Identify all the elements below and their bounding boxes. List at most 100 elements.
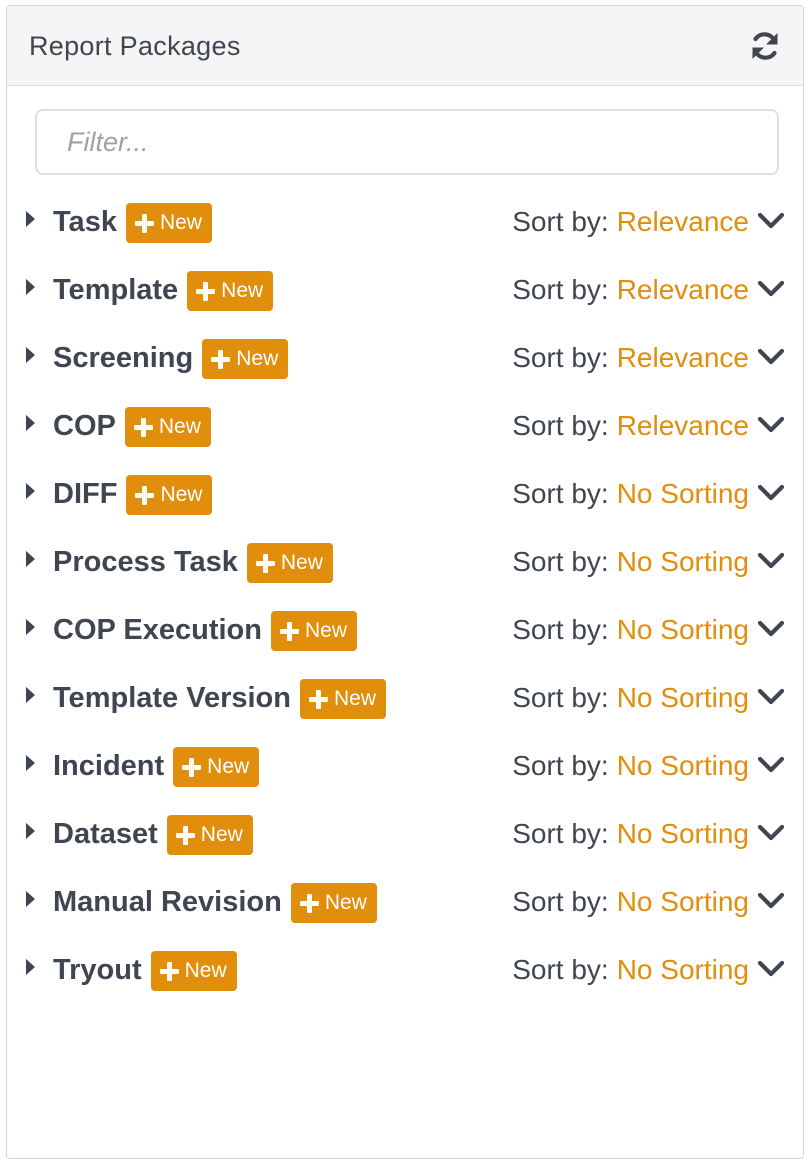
package-header: DIFF New <box>53 461 213 529</box>
package-header: Dataset New <box>53 801 253 869</box>
sort-dropdown[interactable]: Sort by: No Sorting <box>512 733 749 801</box>
filter-input[interactable] <box>35 109 779 175</box>
sort-label: Sort by: <box>512 954 609 985</box>
new-tryout-button[interactable]: New <box>150 951 237 991</box>
package-name[interactable]: Manual Revision <box>53 884 282 920</box>
plus-icon <box>182 757 202 777</box>
package-name[interactable]: Screening <box>53 340 193 376</box>
plus-icon <box>255 553 275 573</box>
new-cop-button[interactable]: New <box>124 407 211 447</box>
report-packages-panel: Report Packages Task New Sort by: Releva… <box>6 5 804 1159</box>
caret-right-icon[interactable] <box>26 551 35 567</box>
chevron-down-icon[interactable] <box>757 484 785 502</box>
plus-icon <box>279 621 299 641</box>
package-list: Task New Sort by: Relevance Template New… <box>7 189 803 1005</box>
sort-label: Sort by: <box>512 206 609 237</box>
refresh-icon[interactable] <box>745 26 785 66</box>
package-name[interactable]: COP <box>53 408 116 444</box>
caret-right-icon[interactable] <box>26 755 35 771</box>
new-button-label: New <box>324 891 367 914</box>
package-name[interactable]: Incident <box>53 748 164 784</box>
sort-value: No Sorting <box>616 478 749 509</box>
sort-dropdown[interactable]: Sort by: No Sorting <box>512 597 749 665</box>
new-incident-button[interactable]: New <box>173 747 260 787</box>
sort-dropdown[interactable]: Sort by: No Sorting <box>512 529 749 597</box>
package-name[interactable]: DIFF <box>53 476 117 512</box>
sort-dropdown[interactable]: Sort by: Relevance <box>512 257 749 325</box>
panel-title: Report Packages <box>29 31 241 61</box>
chevron-down-icon[interactable] <box>757 416 785 434</box>
new-process-task-button[interactable]: New <box>246 543 333 583</box>
new-task-button[interactable]: New <box>125 203 212 243</box>
caret-right-icon[interactable] <box>26 823 35 839</box>
new-button-label: New <box>280 551 323 574</box>
package-name[interactable]: Task <box>53 204 117 240</box>
package-name[interactable]: Process Task <box>53 544 238 580</box>
sort-value: Relevance <box>616 206 749 237</box>
chevron-down-icon[interactable] <box>757 892 785 910</box>
caret-right-icon[interactable] <box>26 211 35 227</box>
new-diff-button[interactable]: New <box>126 475 213 515</box>
sort-value: No Sorting <box>616 886 749 917</box>
caret-right-icon[interactable] <box>26 279 35 295</box>
chevron-down-icon[interactable] <box>757 620 785 638</box>
sort-dropdown[interactable]: Sort by: No Sorting <box>512 869 749 937</box>
chevron-down-icon[interactable] <box>757 688 785 706</box>
caret-right-icon[interactable] <box>26 891 35 907</box>
new-screening-button[interactable]: New <box>202 339 289 379</box>
package-name[interactable]: Template <box>53 272 178 308</box>
package-row-cop-execution: COP Execution New Sort by: No Sorting <box>7 597 803 665</box>
sort-dropdown[interactable]: Sort by: No Sorting <box>512 665 749 733</box>
package-header: COP Execution New <box>53 597 357 665</box>
new-button-label: New <box>304 619 347 642</box>
plus-icon <box>134 213 154 233</box>
package-name[interactable]: Dataset <box>53 816 158 852</box>
package-header: COP New <box>53 393 211 461</box>
new-button-label: New <box>236 347 279 370</box>
new-button-label: New <box>221 279 264 302</box>
sort-dropdown[interactable]: Sort by: Relevance <box>512 325 749 393</box>
package-name[interactable]: Template Version <box>53 680 291 716</box>
new-template-version-button[interactable]: New <box>300 679 387 719</box>
package-row-manual-revision: Manual Revision New Sort by: No Sorting <box>7 869 803 937</box>
caret-right-icon[interactable] <box>26 619 35 635</box>
new-cop-execution-button[interactable]: New <box>270 611 357 651</box>
caret-right-icon[interactable] <box>26 687 35 703</box>
package-header: Tryout New <box>53 937 237 1005</box>
sort-label: Sort by: <box>512 750 609 781</box>
caret-right-icon[interactable] <box>26 415 35 431</box>
new-template-button[interactable]: New <box>187 271 274 311</box>
sort-label: Sort by: <box>512 410 609 441</box>
sort-dropdown[interactable]: Sort by: No Sorting <box>512 937 749 1005</box>
sort-dropdown[interactable]: Sort by: No Sorting <box>512 461 749 529</box>
caret-right-icon[interactable] <box>26 959 35 975</box>
panel-header: Report Packages <box>7 6 803 86</box>
package-row-template-version: Template Version New Sort by: No Sorting <box>7 665 803 733</box>
package-name[interactable]: COP Execution <box>53 612 262 648</box>
new-manual-revision-button[interactable]: New <box>290 883 377 923</box>
sort-dropdown[interactable]: Sort by: Relevance <box>512 189 749 257</box>
chevron-down-icon[interactable] <box>757 212 785 230</box>
chevron-down-icon[interactable] <box>757 756 785 774</box>
chevron-down-icon[interactable] <box>757 552 785 570</box>
plus-icon <box>211 349 231 369</box>
chevron-down-icon[interactable] <box>757 280 785 298</box>
sort-value: Relevance <box>616 410 749 441</box>
package-header: Task New <box>53 189 212 257</box>
caret-right-icon[interactable] <box>26 347 35 363</box>
sort-dropdown[interactable]: Sort by: Relevance <box>512 393 749 461</box>
new-dataset-button[interactable]: New <box>166 815 253 855</box>
new-button-label: New <box>207 755 250 778</box>
package-name[interactable]: Tryout <box>53 952 142 988</box>
plus-icon <box>135 485 155 505</box>
sort-dropdown[interactable]: Sort by: No Sorting <box>512 801 749 869</box>
chevron-down-icon[interactable] <box>757 824 785 842</box>
chevron-down-icon[interactable] <box>757 348 785 366</box>
chevron-down-icon[interactable] <box>757 960 785 978</box>
package-row-template: Template New Sort by: Relevance <box>7 257 803 325</box>
plus-icon <box>196 281 216 301</box>
package-row-dataset: Dataset New Sort by: No Sorting <box>7 801 803 869</box>
package-header: Manual Revision New <box>53 869 377 937</box>
package-header: Template New <box>53 257 274 325</box>
caret-right-icon[interactable] <box>26 483 35 499</box>
